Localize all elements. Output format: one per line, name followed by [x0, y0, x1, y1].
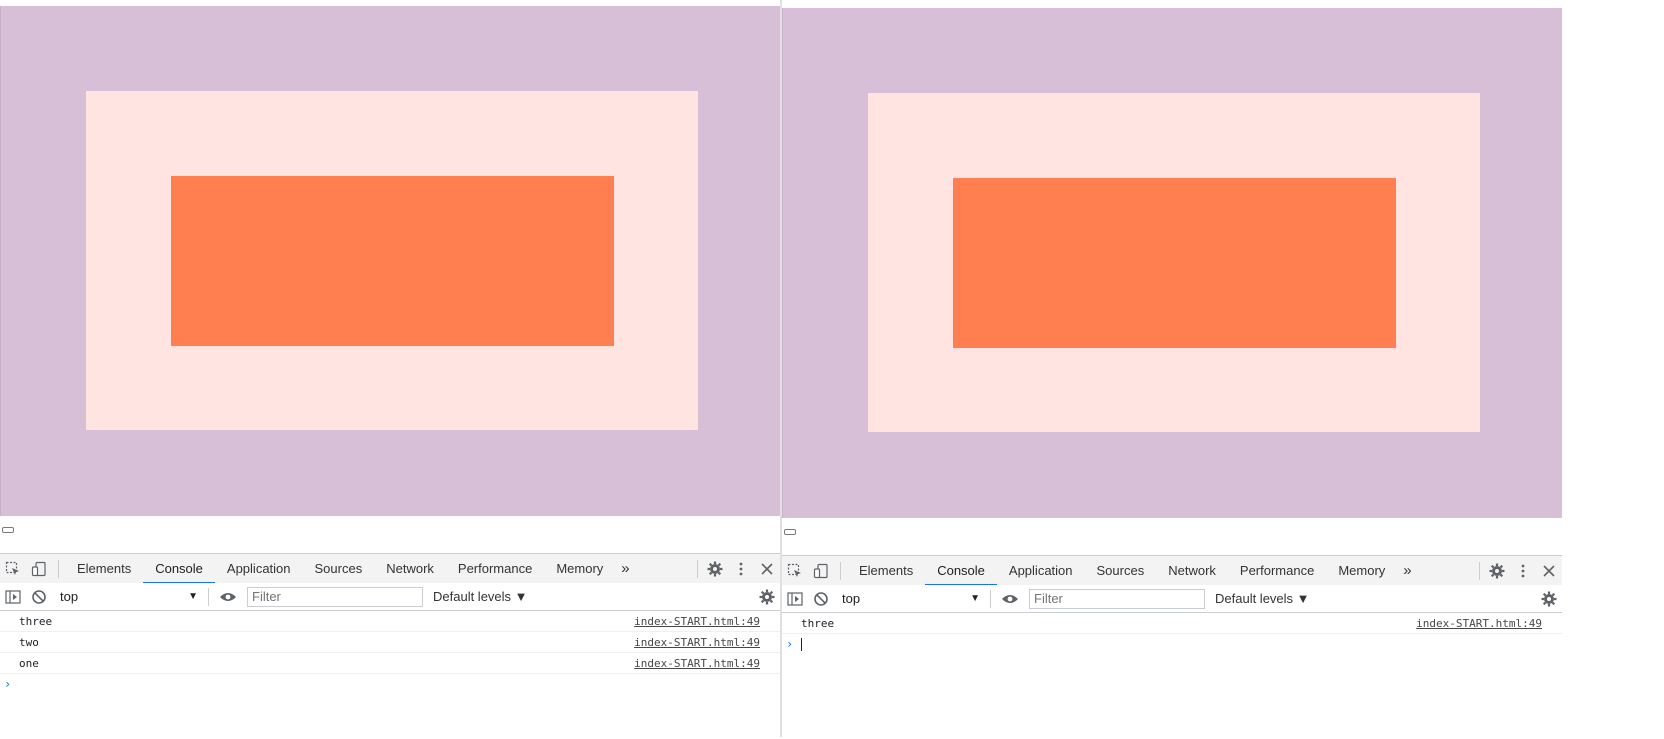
device-toolbar-icon[interactable] [808, 557, 834, 585]
devtools-tabbar: Elements Console Application Sources Net… [0, 553, 780, 584]
console-toolbar: top ▼ Default levels ▼ [782, 585, 1562, 613]
gear-icon[interactable] [1484, 557, 1510, 585]
context-selector[interactable]: top ▼ [56, 587, 202, 607]
sidebar-toggle-icon[interactable] [0, 583, 26, 611]
devtools-panel: Elements Console Application Sources Net… [0, 553, 780, 737]
page-viewport [0, 6, 780, 516]
tab-network[interactable]: Network [1156, 557, 1228, 585]
tab-network[interactable]: Network [374, 555, 446, 583]
filter-input[interactable] [247, 586, 423, 607]
toolbar-separator [840, 561, 841, 580]
kebab-menu-icon[interactable] [1510, 557, 1536, 585]
text-caret [801, 637, 803, 651]
console-message: one [19, 656, 39, 670]
log-levels-dropdown[interactable]: Default levels ▼ [433, 589, 528, 604]
tab-console[interactable]: Console [925, 557, 997, 586]
clear-console-icon[interactable] [26, 583, 52, 611]
tab-elements[interactable]: Elements [847, 557, 925, 585]
more-tabs-icon[interactable]: » [1397, 562, 1417, 579]
chevron-down-icon: ▼ [970, 593, 980, 604]
div-two[interactable] [86, 91, 698, 430]
eye-icon[interactable] [215, 583, 241, 611]
tab-memory[interactable]: Memory [1326, 557, 1397, 585]
toolbar-separator [990, 589, 991, 608]
console-settings-gear-icon[interactable] [1536, 585, 1562, 613]
console-message: three [801, 616, 835, 630]
source-link[interactable]: index-START.html:49 [634, 615, 780, 628]
console-settings-gear-icon[interactable] [754, 583, 780, 611]
sidebar-toggle-icon[interactable] [782, 585, 808, 613]
console-message: three [19, 614, 53, 628]
console-row: two index-START.html:49 [0, 632, 780, 653]
toolbar-separator [1479, 561, 1480, 580]
tab-sources[interactable]: Sources [303, 555, 375, 583]
eye-icon[interactable] [997, 585, 1023, 613]
console-prompt[interactable]: › [782, 634, 1562, 654]
source-link[interactable]: index-START.html:49 [634, 636, 780, 649]
console-output: three index-START.html:49 two index-STAR… [0, 611, 780, 694]
prompt-chevron-icon: › [786, 637, 794, 651]
div-three[interactable] [171, 176, 614, 346]
tab-performance[interactable]: Performance [446, 555, 544, 583]
div-two[interactable] [868, 93, 1480, 432]
filter-input[interactable] [1029, 588, 1205, 609]
close-icon[interactable] [754, 555, 780, 583]
toolbar-separator [208, 587, 209, 606]
tab-performance[interactable]: Performance [1228, 557, 1326, 585]
page-viewport [782, 8, 1562, 518]
devtools-resize-handle[interactable] [2, 527, 14, 533]
tab-sources[interactable]: Sources [1085, 557, 1157, 585]
devtools-resize-handle[interactable] [784, 529, 796, 535]
source-link[interactable]: index-START.html:49 [1416, 617, 1562, 630]
div-three[interactable] [953, 178, 1396, 348]
source-link[interactable]: index-START.html:49 [634, 657, 780, 670]
toolbar-separator [697, 559, 698, 578]
context-label: top [60, 589, 79, 604]
console-toolbar: top ▼ Default levels ▼ [0, 583, 780, 611]
context-label: top [842, 591, 861, 606]
console-message: two [19, 635, 39, 649]
console-row: one index-START.html:49 [0, 653, 780, 674]
console-prompt[interactable]: › [0, 674, 780, 694]
toolbar-separator [58, 559, 59, 578]
kebab-menu-icon[interactable] [728, 555, 754, 583]
chevron-down-icon: ▼ [188, 591, 198, 602]
devtools-tabbar: Elements Console Application Sources Net… [782, 555, 1562, 586]
devtools-panel: Elements Console Application Sources Net… [782, 555, 1562, 739]
prompt-chevron-icon: › [4, 677, 12, 691]
console-row: three index-START.html:49 [782, 613, 1562, 634]
tab-application[interactable]: Application [215, 555, 303, 583]
close-icon[interactable] [1536, 557, 1562, 585]
inspect-element-icon[interactable] [0, 555, 26, 583]
inspect-element-icon[interactable] [782, 557, 808, 585]
gear-icon[interactable] [702, 555, 728, 583]
log-levels-dropdown[interactable]: Default levels ▼ [1215, 591, 1310, 606]
right-browser-pane: Elements Console Application Sources Net… [782, 2, 1562, 739]
device-toolbar-icon[interactable] [26, 555, 52, 583]
console-row: three index-START.html:49 [0, 611, 780, 632]
tab-memory[interactable]: Memory [544, 555, 615, 583]
context-selector[interactable]: top ▼ [838, 589, 984, 609]
clear-console-icon[interactable] [808, 585, 834, 613]
more-tabs-icon[interactable]: » [615, 560, 635, 577]
console-output: three index-START.html:49 › [782, 613, 1562, 654]
left-browser-pane: Elements Console Application Sources Net… [0, 0, 780, 737]
tab-application[interactable]: Application [997, 557, 1085, 585]
tab-elements[interactable]: Elements [65, 555, 143, 583]
tab-console[interactable]: Console [143, 555, 215, 584]
